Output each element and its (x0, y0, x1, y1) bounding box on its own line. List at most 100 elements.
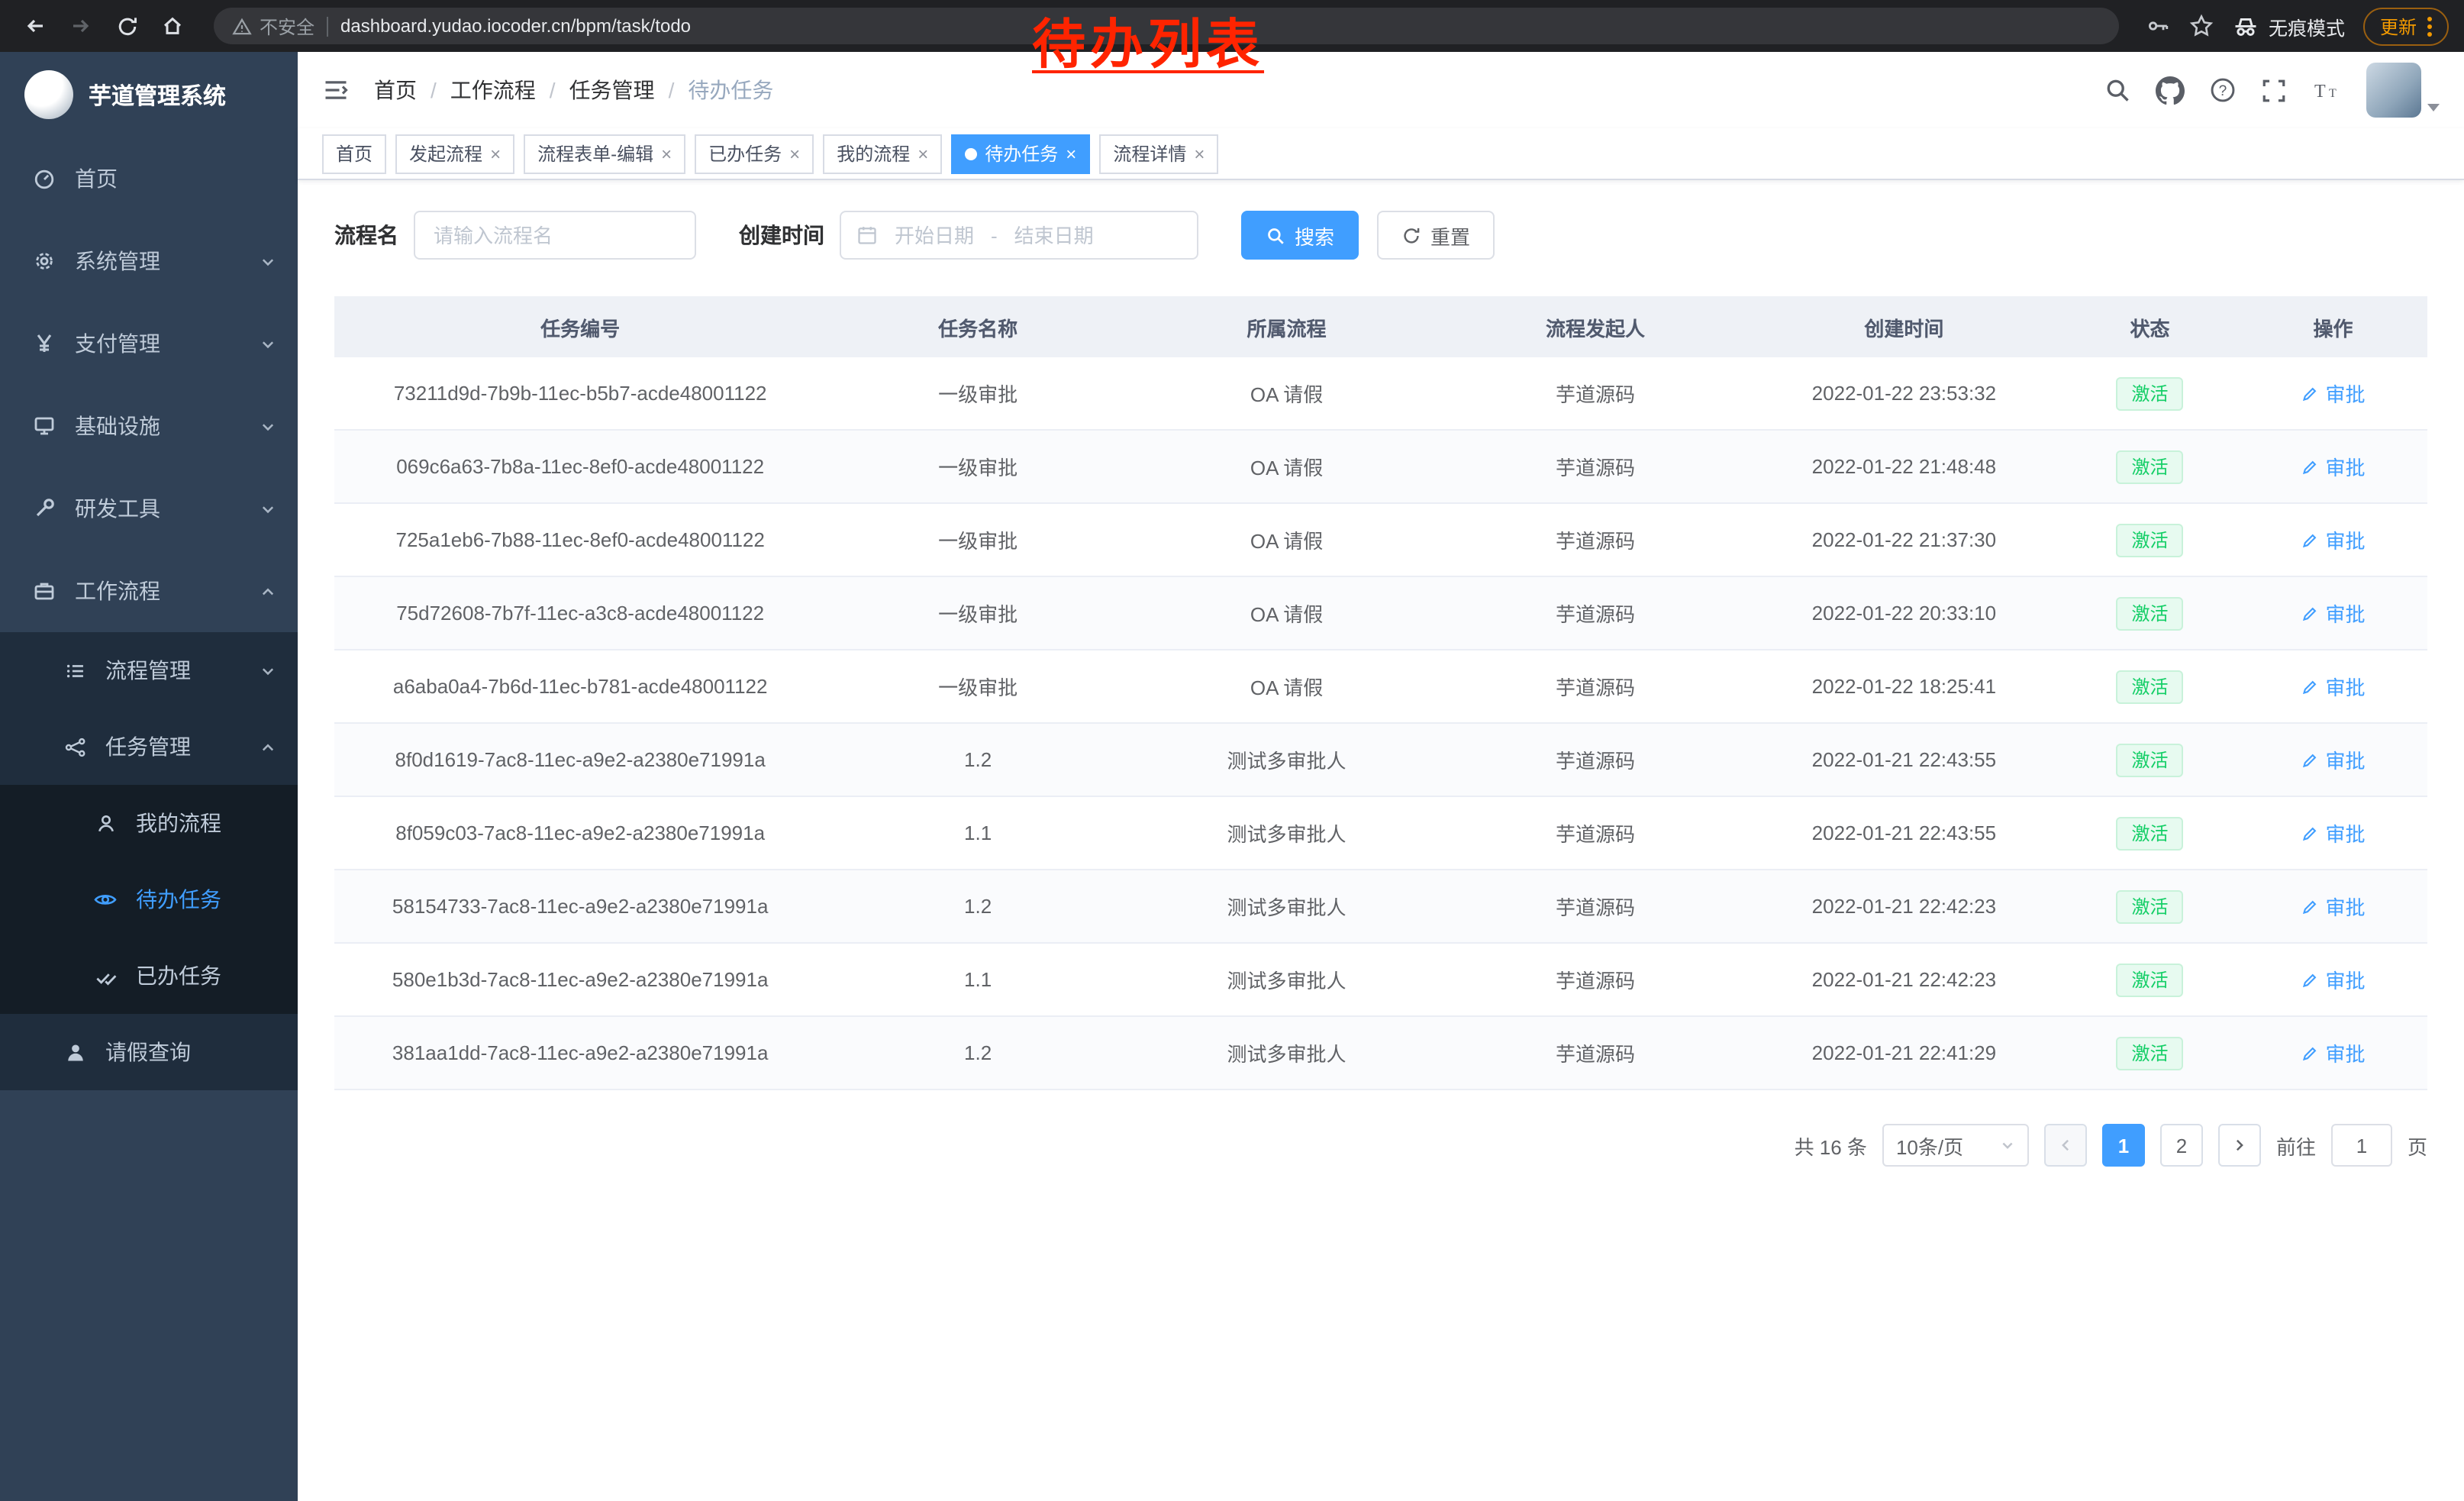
fullscreen-icon[interactable] (2261, 77, 2287, 103)
table-row: a6aba0a4-7b6d-11ec-b781-acde48001122 一级审… (334, 650, 2427, 724)
browser-back-icon[interactable] (15, 6, 55, 46)
font-size-icon[interactable]: TT (2311, 76, 2342, 104)
sidebar-collapse-icon[interactable] (322, 76, 350, 104)
close-icon[interactable]: × (789, 144, 800, 163)
incognito-icon (2232, 12, 2259, 40)
approve-button[interactable]: 审批 (2301, 745, 2365, 774)
prev-page-button[interactable] (2044, 1124, 2087, 1167)
browser-forward-icon[interactable] (61, 6, 101, 46)
cell-process: OA 请假 (1130, 452, 1443, 481)
cell-created: 2022-01-21 22:43:55 (1747, 822, 2061, 844)
cell-task-id: 8f059c03-7ac8-11ec-a9e2-a2380e71991a (334, 822, 826, 844)
sidebar-item-home[interactable]: 首页 (0, 137, 298, 220)
sidebar-item-infrastructure[interactable]: 基础设施 (0, 385, 298, 467)
sidebar-item-done-tasks[interactable]: 已办任务 (0, 938, 298, 1014)
search-button[interactable]: 搜索 (1241, 211, 1359, 260)
table-row: 725a1eb6-7b88-11ec-8ef0-acde48001122 一级审… (334, 504, 2427, 577)
sidebar-item-system[interactable]: 系统管理 (0, 220, 298, 302)
cell-created: 2022-01-21 22:42:23 (1747, 895, 2061, 918)
goto-label: 前往 (2276, 1131, 2316, 1160)
sidebar-item-label: 流程管理 (105, 655, 191, 686)
cell-initiator: 芋道源码 (1443, 599, 1747, 628)
tab-start-process[interactable]: 发起流程× (395, 134, 514, 173)
page-button-1[interactable]: 1 (2102, 1124, 2145, 1167)
pen-icon (2301, 750, 2319, 769)
browser-home-icon[interactable] (153, 6, 192, 46)
table-row: 58154733-7ac8-11ec-a9e2-a2380e71991a 1.2… (334, 870, 2427, 944)
goto-page-input[interactable] (2331, 1124, 2392, 1167)
sidebar-item-workflow[interactable]: 工作流程 (0, 550, 298, 632)
date-range-picker[interactable]: - (840, 211, 1198, 260)
password-key-icon[interactable] (2146, 14, 2171, 38)
branch-icon (61, 733, 89, 760)
status-badge: 激活 (2117, 523, 2184, 557)
tab-label: 流程详情 (1113, 140, 1186, 166)
close-icon[interactable]: × (490, 144, 501, 163)
sidebar-item-process-management[interactable]: 流程管理 (0, 632, 298, 709)
user-menu[interactable] (2366, 63, 2440, 118)
kebab-menu-icon[interactable] (2427, 16, 2432, 36)
approve-button[interactable]: 审批 (2301, 1038, 2365, 1067)
browser-reload-icon[interactable] (107, 6, 147, 46)
approve-button[interactable]: 审批 (2301, 452, 2365, 481)
breadcrumb-home[interactable]: 首页 (374, 75, 417, 105)
close-icon[interactable]: × (1194, 144, 1205, 163)
tab-label: 流程表单-编辑 (537, 140, 653, 166)
address-divider (327, 16, 328, 36)
user-avatar[interactable] (2366, 63, 2421, 118)
next-page-button[interactable] (2218, 1124, 2261, 1167)
pen-icon (2301, 531, 2319, 549)
cell-process: 测试多审批人 (1130, 818, 1443, 847)
tab-my-processes[interactable]: 我的流程× (823, 134, 942, 173)
start-date-input[interactable] (887, 224, 982, 247)
app-logo[interactable]: 芋道管理系统 (0, 52, 298, 137)
sidebar-item-task-management[interactable]: 任务管理 (0, 709, 298, 785)
sidebar-item-payment[interactable]: 支付管理 (0, 302, 298, 385)
tab-form-edit[interactable]: 流程表单-编辑 × (524, 134, 685, 173)
tab-process-detail[interactable]: 流程详情 × (1099, 134, 1218, 173)
approve-button[interactable]: 审批 (2301, 525, 2365, 554)
tab-done-tasks[interactable]: 已办任务× (695, 134, 814, 173)
browser-update-button[interactable]: 更新 (2363, 7, 2449, 45)
app-logo-avatar (24, 70, 73, 119)
tab-todo-tasks[interactable]: 待办任务× (951, 134, 1090, 173)
approve-button[interactable]: 审批 (2301, 818, 2365, 847)
tab-home[interactable]: 首页 (322, 134, 386, 173)
pen-icon (2301, 677, 2319, 696)
active-dot (965, 147, 977, 160)
approve-button[interactable]: 审批 (2301, 599, 2365, 628)
approve-button[interactable]: 审批 (2301, 379, 2365, 408)
close-icon[interactable]: × (918, 144, 928, 163)
help-icon[interactable]: ? (2209, 76, 2237, 104)
cell-task-name: 一级审批 (826, 525, 1130, 554)
sidebar-item-leave-query[interactable]: 请假查询 (0, 1014, 298, 1090)
table-row: 580e1b3d-7ac8-11ec-a9e2-a2380e71991a 1.1… (334, 944, 2427, 1017)
bookmark-star-icon[interactable] (2189, 14, 2214, 38)
reset-button[interactable]: 重置 (1377, 211, 1495, 260)
process-name-input[interactable] (414, 211, 696, 260)
breadcrumb-workflow[interactable]: 工作流程 (450, 75, 536, 105)
pen-icon (2301, 970, 2319, 989)
page-button-2[interactable]: 2 (2160, 1124, 2203, 1167)
approve-button[interactable]: 审批 (2301, 892, 2365, 921)
end-date-input[interactable] (1007, 224, 1101, 247)
approve-button[interactable]: 审批 (2301, 672, 2365, 701)
sidebar-item-todo-tasks[interactable]: 待办任务 (0, 861, 298, 938)
github-icon[interactable] (2156, 76, 2185, 105)
url-text: dashboard.yudao.iocoder.cn/bpm/task/todo (340, 15, 691, 37)
sidebar-item-my-processes[interactable]: 我的流程 (0, 785, 298, 861)
goto-suffix: 页 (2408, 1131, 2427, 1160)
search-icon[interactable] (2104, 76, 2131, 104)
sidebar-item-label: 请假查询 (105, 1037, 191, 1067)
status-badge: 激活 (2117, 1036, 2184, 1070)
security-warning-icon[interactable]: 不安全 (232, 13, 314, 39)
close-icon[interactable]: × (1066, 144, 1076, 163)
approve-button[interactable]: 审批 (2301, 965, 2365, 994)
update-label: 更新 (2380, 13, 2417, 39)
breadcrumb-task-management[interactable]: 任务管理 (569, 75, 655, 105)
eye-icon (92, 886, 119, 913)
cell-process: OA 请假 (1130, 672, 1443, 701)
page-size-select[interactable]: 10条/页 (1882, 1124, 2029, 1167)
sidebar-item-dev-tools[interactable]: 研发工具 (0, 467, 298, 550)
close-icon[interactable]: × (661, 144, 672, 163)
